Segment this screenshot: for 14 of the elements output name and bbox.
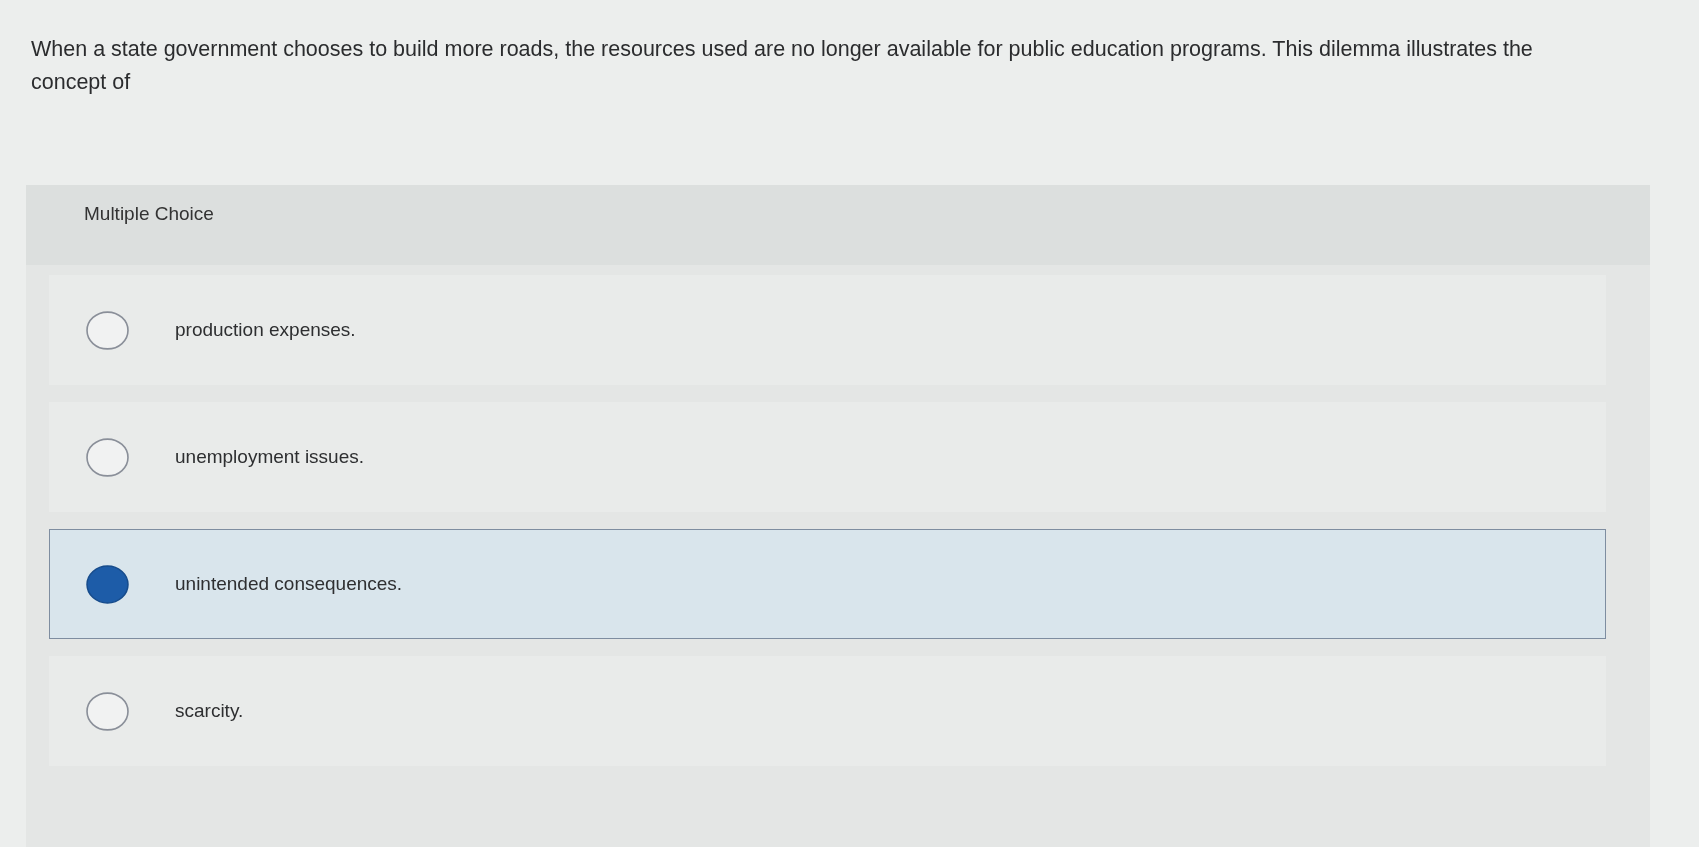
question-text: When a state government chooses to build more roads, the resources used are no longer available for public education programs. This dilemma illustrates the concept of	[31, 36, 1534, 96]
option-label: production expenses.	[175, 319, 356, 341]
radio-button[interactable]	[86, 437, 129, 477]
radio-button[interactable]	[86, 564, 129, 604]
answer-option[interactable]: unintended consequences.	[49, 529, 1606, 639]
radio-button[interactable]	[86, 310, 129, 350]
answer-option[interactable]: unemployment issues.	[49, 402, 1606, 512]
answer-option[interactable]: scarcity.	[49, 656, 1606, 766]
radio-button[interactable]	[86, 691, 129, 731]
option-label: unemployment issues.	[175, 446, 365, 468]
option-label: unintended consequences.	[175, 573, 403, 595]
option-label: scarcity.	[175, 700, 244, 722]
answer-option[interactable]: production expenses.	[49, 275, 1606, 385]
question-type-label: Multiple Choice	[84, 203, 214, 225]
